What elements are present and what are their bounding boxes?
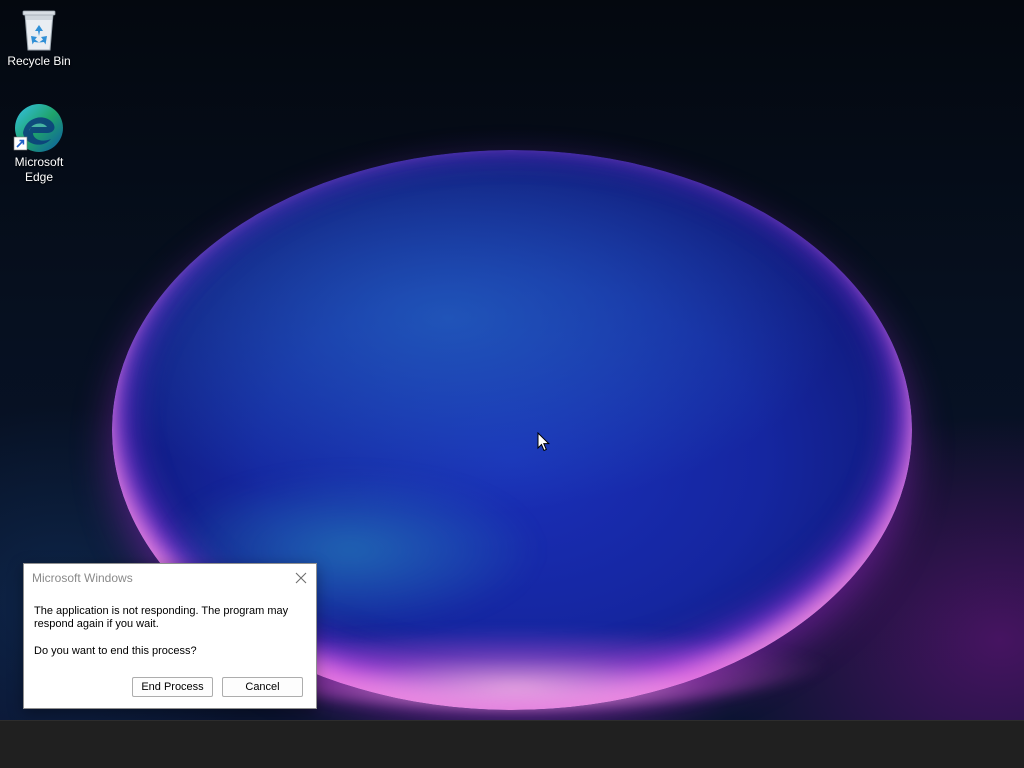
desktop-icon-recycle-bin[interactable]: Recycle Bin bbox=[1, 8, 77, 69]
end-process-button[interactable]: End Process bbox=[132, 677, 213, 697]
dialog-title: Microsoft Windows bbox=[32, 571, 133, 585]
desktop-icon-label: Microsoft Edge bbox=[14, 155, 64, 184]
dialog-message: The application is not responding. The p… bbox=[34, 605, 289, 630]
desktop-icon-microsoft-edge[interactable]: Microsoft Edge bbox=[1, 103, 77, 185]
dialog-question: Do you want to end this process? bbox=[34, 645, 197, 657]
taskbar bbox=[0, 720, 1024, 768]
close-icon bbox=[295, 572, 307, 584]
mouse-cursor-icon bbox=[537, 432, 551, 452]
cancel-button[interactable]: Cancel bbox=[222, 677, 303, 697]
dialog-title-bar[interactable]: Microsoft Windows bbox=[24, 564, 316, 592]
not-responding-dialog: Microsoft Windows The application is not… bbox=[23, 563, 317, 709]
close-button[interactable] bbox=[292, 569, 310, 587]
recycle-bin-icon bbox=[22, 10, 56, 51]
edge-icon bbox=[13, 104, 63, 152]
desktop-icon-label: Recycle Bin bbox=[7, 54, 71, 68]
